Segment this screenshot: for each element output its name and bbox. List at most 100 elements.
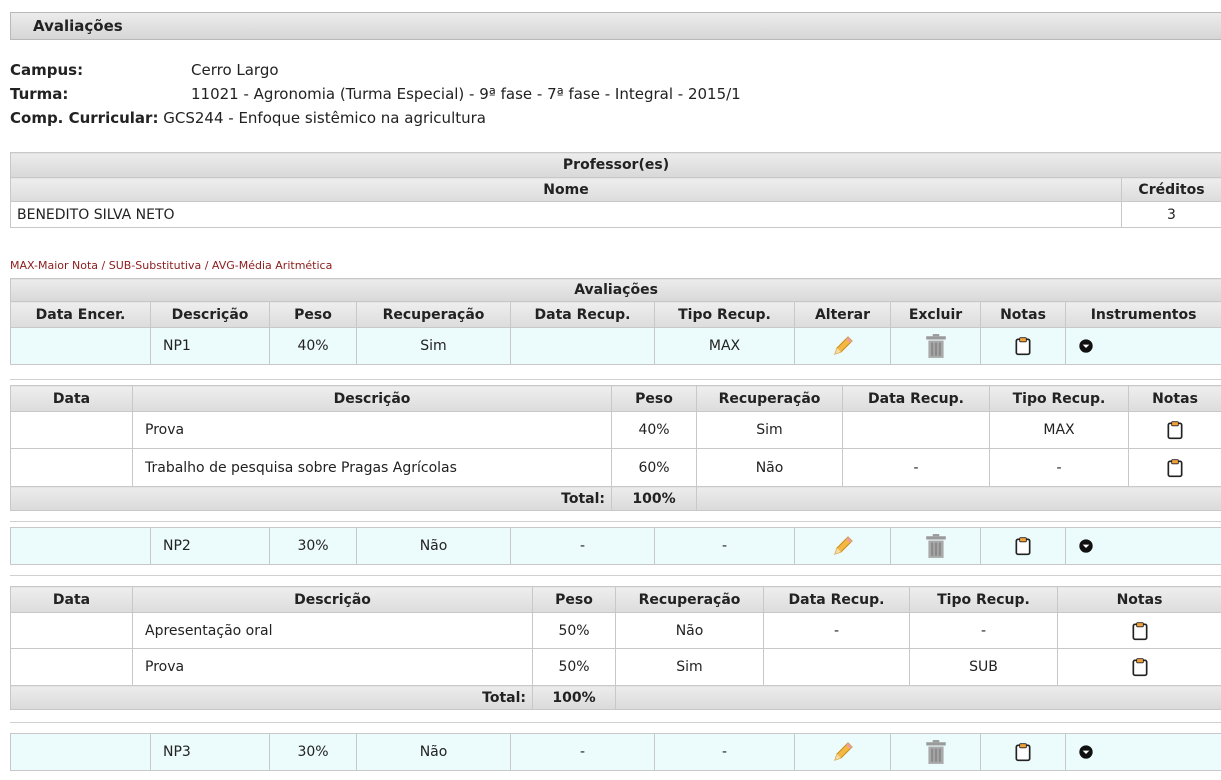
np2-tipo-recup: - <box>654 527 795 565</box>
divider <box>10 379 1221 380</box>
professores-table: Professor(es) Nome Créditos BENEDITO SILV… <box>10 152 1221 228</box>
sub2-r1-peso: 50% <box>532 648 616 686</box>
col-instrumentos: Instrumentos <box>1064 301 1221 328</box>
avaliacoes-table: Avaliações Data Encer. Descrição Peso Re… <box>9 278 1221 365</box>
table-row: Apresentação oral 50% Não - - <box>10 612 1221 649</box>
sub2-r0-peso: 50% <box>532 612 616 649</box>
expand-circle-icon[interactable] <box>1078 338 1094 354</box>
sub1-col-peso: Peso <box>611 385 697 412</box>
table-row: Trabalho de pesquisa sobre Pragas Agríco… <box>10 448 1221 487</box>
sub1-r1-descricao: Trabalho de pesquisa sobre Pragas Agríco… <box>132 448 612 487</box>
np2-recuperacao: Não <box>356 527 511 565</box>
clipboard-icon[interactable] <box>1165 457 1185 479</box>
pencil-icon[interactable] <box>831 534 855 558</box>
sub2-col-descricao: Descrição <box>132 586 533 613</box>
expand-circle-icon[interactable] <box>1078 538 1094 554</box>
col-data-encer: Data Encer. <box>10 301 151 328</box>
col-notas: Notas <box>980 301 1066 328</box>
turma-label: Turma: <box>10 85 69 103</box>
legend: MAX-Maior Nota / SUB-Substitutiva / AVG-… <box>10 259 333 272</box>
trash-icon[interactable] <box>923 533 949 559</box>
trash-icon[interactable] <box>923 333 949 359</box>
sub2-r1-descricao: Prova <box>132 648 533 686</box>
sub2-r0-descricao: Apresentação oral <box>132 612 533 649</box>
avaliacao-row-np2: NP2 30% Não - - <box>10 527 1221 565</box>
sub2-r1-recuperacao: Sim <box>615 648 764 686</box>
turma-value: 11021 - Agronomia (Turma Especial) - 9ª … <box>191 85 741 103</box>
sub1-r0-peso: 40% <box>611 411 697 449</box>
sub1-col-tipo-recup: Tipo Recup. <box>989 385 1129 412</box>
sub1-r0-data <box>10 411 133 449</box>
col-data-recup: Data Recup. <box>510 301 655 328</box>
np3-recuperacao: Não <box>356 733 511 771</box>
sub1-col-recuperacao: Recuperação <box>696 385 843 412</box>
np1-data-recup <box>510 327 655 365</box>
divider <box>10 521 1221 522</box>
clipboard-icon[interactable] <box>1013 535 1033 557</box>
sub1-col-data-recup: Data Recup. <box>842 385 990 412</box>
np3-peso: 30% <box>269 733 357 771</box>
sub2-col-data-recup: Data Recup. <box>763 586 910 613</box>
table-row: Prova 40% Sim MAX <box>10 411 1221 449</box>
np2-data-recup: - <box>510 527 655 565</box>
sub2-col-peso: Peso <box>532 586 616 613</box>
clipboard-icon[interactable] <box>1013 335 1033 357</box>
clipboard-icon[interactable] <box>1130 656 1150 678</box>
sub2-col-notas: Notas <box>1057 586 1221 613</box>
clipboard-icon[interactable] <box>1130 620 1150 642</box>
np2-peso: 30% <box>269 527 357 565</box>
np3-tipo-recup: - <box>654 733 795 771</box>
pencil-icon[interactable] <box>831 740 855 764</box>
page-title: Avaliações <box>10 12 1221 40</box>
instrumentos-table-np1: Data Descrição Peso Recuperação Data Rec… <box>10 385 1221 511</box>
col-excluir: Excluir <box>890 301 981 328</box>
divider <box>10 575 1221 576</box>
sub2-col-tipo-recup: Tipo Recup. <box>909 586 1058 613</box>
sub2-total-value: 100% <box>532 685 616 710</box>
col-peso: Peso <box>269 301 357 328</box>
np3-descricao: NP3 <box>150 733 270 771</box>
divider <box>10 722 1221 723</box>
col-tipo-recup: Tipo Recup. <box>654 301 795 328</box>
sub1-total-value: 100% <box>611 486 697 511</box>
campus-value: Cerro Largo <box>191 61 279 79</box>
turma-line: Turma: 11021 - Agronomia (Turma Especial)… <box>10 85 741 103</box>
avaliacao-np3-table: NP3 30% Não - - <box>10 733 1221 771</box>
trash-icon[interactable] <box>923 739 949 765</box>
sub1-r0-tipo-recup: MAX <box>989 411 1129 449</box>
sub2-r0-tipo-recup: - <box>909 612 1058 649</box>
professor-creditos: 3 <box>1121 201 1221 228</box>
col-alterar: Alterar <box>794 301 891 328</box>
clipboard-icon[interactable] <box>1013 741 1033 763</box>
sub2-r1-tipo-recup: SUB <box>909 648 1058 686</box>
clipboard-icon[interactable] <box>1165 419 1185 441</box>
table-row: Prova 50% Sim SUB <box>10 648 1221 686</box>
np3-data-recup: - <box>510 733 655 771</box>
np1-tipo-recup: MAX <box>654 327 795 365</box>
sub1-col-descricao: Descrição <box>132 385 612 412</box>
col-recuperacao: Recuperação <box>356 301 511 328</box>
campus-label: Campus: <box>10 61 84 79</box>
pencil-icon[interactable] <box>831 334 855 358</box>
sub2-col-data: Data <box>10 586 133 613</box>
sub1-col-data: Data <box>10 385 133 412</box>
avaliacao-row-np3: NP3 30% Não - - <box>10 733 1221 771</box>
professor-nome: BENEDITO SILVA NETO <box>10 201 1122 228</box>
np3-data <box>10 733 151 771</box>
np1-peso: 40% <box>269 327 357 365</box>
total-row: Total: 100% <box>10 685 1221 710</box>
sub2-r0-recuperacao: Não <box>615 612 764 649</box>
comp-line: Comp. Curricular: GCS244 - Enfoque sistê… <box>10 109 486 127</box>
sub1-total-label: Total: <box>10 486 612 511</box>
expand-circle-icon[interactable] <box>1078 744 1094 760</box>
instrumentos-table-np2: Data Descrição Peso Recuperação Data Rec… <box>10 586 1221 710</box>
professores-title: Professor(es) <box>10 152 1221 178</box>
sub1-r1-data <box>10 448 133 487</box>
campus-line: Campus: Cerro Largo <box>10 61 279 79</box>
sub1-r1-data-recup: - <box>842 448 990 487</box>
avaliacoes-title: Avaliações <box>9 278 1221 302</box>
np1-descricao: NP1 <box>150 327 270 365</box>
col-creditos: Créditos <box>1121 177 1221 202</box>
sub2-total-label: Total: <box>10 685 533 710</box>
comp-value: GCS244 - Enfoque sistêmico na agricultur… <box>163 109 486 127</box>
